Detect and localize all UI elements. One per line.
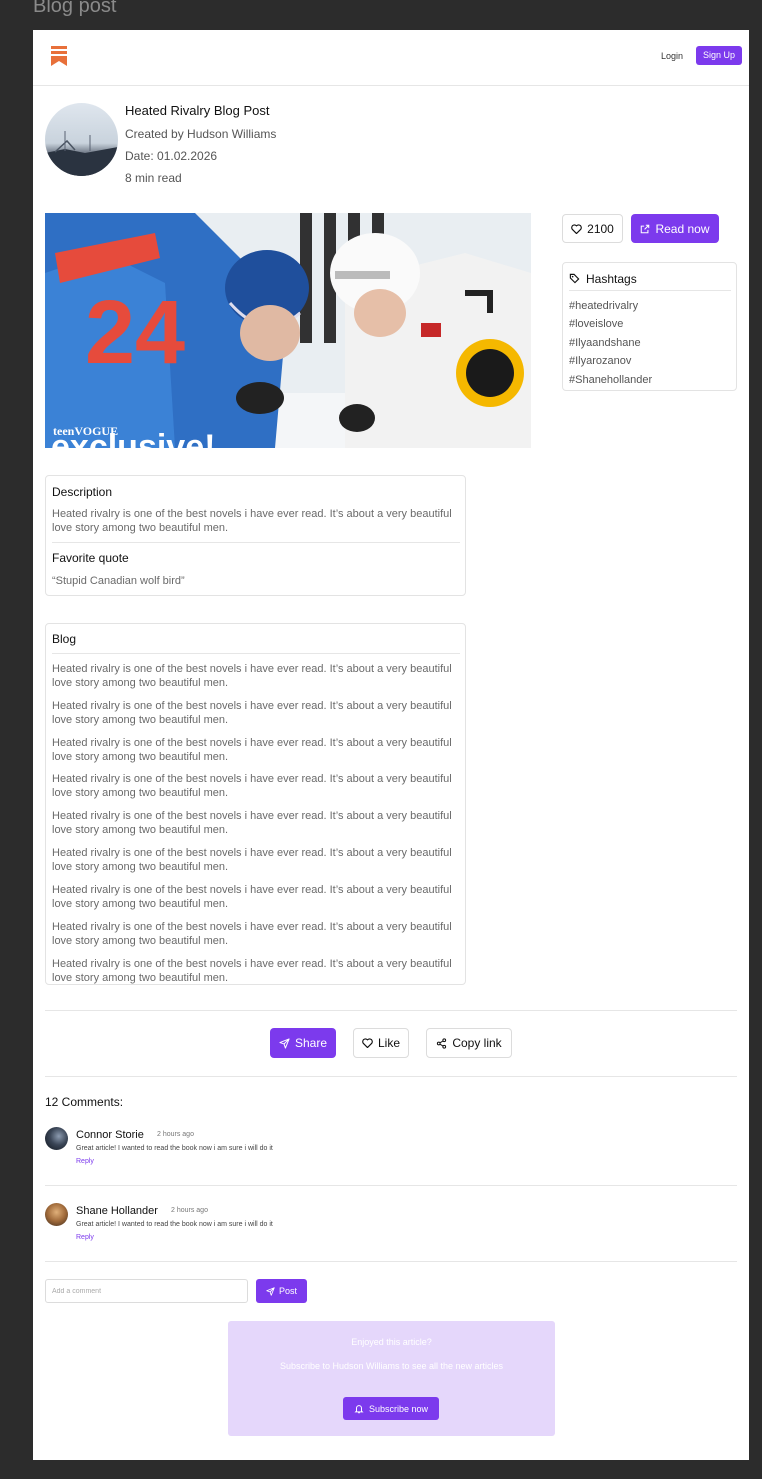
read-now-label: Read now xyxy=(655,221,710,236)
subscribe-button[interactable]: Subscribe now xyxy=(343,1397,439,1420)
divider xyxy=(52,542,460,543)
divider xyxy=(45,1010,737,1011)
hashtag-item[interactable]: #heatedrivalry xyxy=(569,297,652,315)
send-icon xyxy=(279,1037,290,1049)
hashtags-title: Hashtags xyxy=(586,271,637,286)
blog-paragraph: Heated rivalry is one of the best novels… xyxy=(52,810,452,836)
comment-time: 2 hours ago xyxy=(157,1131,194,1138)
jersey-number: 24 xyxy=(85,283,185,383)
comment-time: 2 hours ago xyxy=(171,1207,208,1214)
copy-link-label: Copy link xyxy=(452,1036,502,1050)
share-nodes-icon xyxy=(437,1037,447,1049)
post-title: Heated Rivalry Blog Post xyxy=(125,103,270,118)
frame-label: Blog post xyxy=(33,0,117,17)
comment-input[interactable] xyxy=(45,1279,248,1303)
external-link-icon xyxy=(641,224,650,233)
comment-avatar xyxy=(45,1127,68,1150)
favorite-quote-title: Favorite quote xyxy=(52,551,129,565)
hashtags-card: Hashtags #heatedrivalry #loveislove #Ily… xyxy=(562,262,737,391)
author-avatar xyxy=(45,103,118,176)
comment-author[interactable]: Shane Hollander xyxy=(76,1204,158,1218)
blog-paragraph: Heated rivalry is one of the best novels… xyxy=(52,847,452,873)
hashtag-item[interactable]: #Shanehollander xyxy=(569,371,652,389)
description-text: Heated rivalry is one of the best novels… xyxy=(52,508,452,534)
blog-paragraph: Heated rivalry is one of the best novels… xyxy=(52,958,452,984)
hashtag-list: #heatedrivalry #loveislove #Ilyaandshane… xyxy=(569,297,652,389)
blog-paragraph: Heated rivalry is one of the best novels… xyxy=(52,737,452,763)
post-comment-button[interactable]: Post xyxy=(256,1279,307,1303)
blog-title: Blog xyxy=(52,632,77,646)
description-title: Description xyxy=(52,485,113,499)
divider xyxy=(45,1076,737,1077)
like-count-button[interactable]: 2100 xyxy=(562,214,623,243)
comment-text: Great article! I wanted to read the book… xyxy=(76,1145,273,1152)
tag-icon xyxy=(569,273,580,284)
post-read-time: 8 min read xyxy=(125,171,182,185)
bell-icon xyxy=(354,1404,364,1413)
top-navbar: Login Sign Up xyxy=(33,30,749,86)
image-overlay-tag: exclusive! xyxy=(51,428,215,448)
post-comment-label: Post xyxy=(278,1286,297,1296)
hashtag-item[interactable]: #loveislove xyxy=(569,315,652,333)
blog-card: Blog Heated rivalry is one of the best n… xyxy=(45,623,466,985)
like-count-value: 2100 xyxy=(587,221,614,236)
post-date: Date: 01.02.2026 xyxy=(125,149,218,163)
comment-text: Great article! I wanted to read the book… xyxy=(76,1221,273,1228)
subscribe-banner: Enjoyed this article? Subscribe to Hudso… xyxy=(228,1321,555,1436)
blog-paragraph: Heated rivalry is one of the best novels… xyxy=(52,921,452,947)
send-icon xyxy=(266,1286,275,1296)
hashtag-item[interactable]: #Ilyaandshane xyxy=(569,334,652,352)
divider xyxy=(52,653,460,654)
subscribe-text: Subscribe to Hudson Williams to see all … xyxy=(279,1361,504,1371)
comment-author[interactable]: Connor Storie xyxy=(76,1128,144,1142)
signup-button[interactable]: Sign Up xyxy=(696,46,743,65)
hero-image: 24 teenVOGUE exclusive! xyxy=(45,213,531,448)
blog-paragraph: Heated rivalry is one of the best novels… xyxy=(52,773,452,799)
blog-paragraph: Heated rivalry is one of the best novels… xyxy=(52,663,452,689)
login-button[interactable]: Login xyxy=(655,47,689,65)
like-button[interactable]: Like xyxy=(353,1028,409,1058)
share-label: Share xyxy=(294,1036,328,1050)
heart-icon xyxy=(362,1038,373,1048)
divider xyxy=(45,1185,737,1186)
heart-icon xyxy=(571,223,582,234)
blog-paragraph: Heated rivalry is one of the best novels… xyxy=(52,700,452,726)
bookmark-stack-icon[interactable] xyxy=(51,46,67,66)
read-now-button[interactable]: Read now xyxy=(631,214,719,243)
blog-page: Login Sign Up Heated Rivalry Blog Post C… xyxy=(33,30,749,1460)
comment-reply-link[interactable]: Reply xyxy=(76,1157,94,1167)
comment-avatar xyxy=(45,1203,68,1226)
blog-paragraph: Heated rivalry is one of the best novels… xyxy=(52,884,452,910)
favorite-quote-text: “Stupid Canadian wolf bird” xyxy=(52,575,185,587)
like-label: Like xyxy=(377,1036,400,1050)
comment-reply-link[interactable]: Reply xyxy=(76,1233,94,1243)
share-button[interactable]: Share xyxy=(270,1028,336,1058)
post-author: Created by Hudson Williams xyxy=(125,127,277,141)
subscribe-title: Enjoyed this article? xyxy=(351,1337,432,1347)
description-card: Description Heated rivalry is one of the… xyxy=(45,475,466,596)
copy-link-button[interactable]: Copy link xyxy=(426,1028,512,1058)
divider xyxy=(45,1261,737,1262)
hashtags-header: Hashtags xyxy=(569,267,731,291)
hashtag-item[interactable]: #Ilyarozanov xyxy=(569,352,652,370)
comments-count-title: 12 Comments: xyxy=(45,1095,124,1109)
subscribe-button-label: Subscribe now xyxy=(368,1403,429,1414)
